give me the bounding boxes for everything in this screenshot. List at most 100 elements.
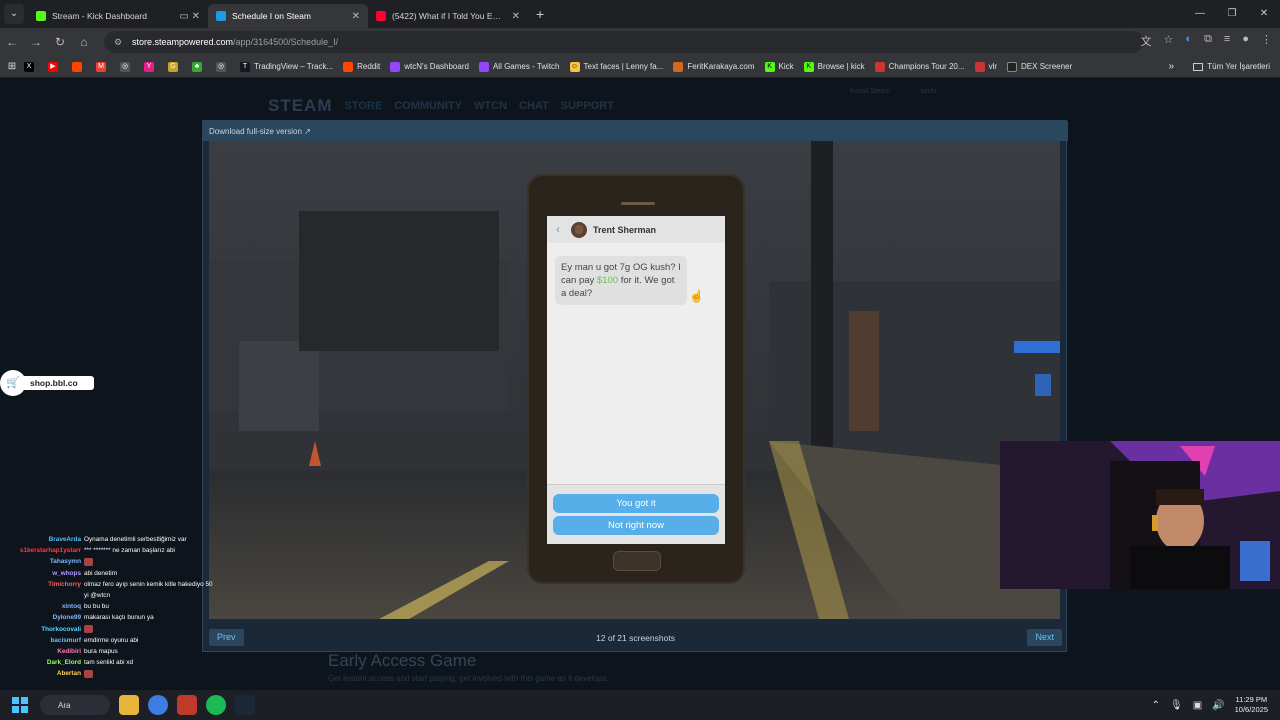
chat-line: Dark_Elord tam senlikl abi xd bbox=[0, 657, 240, 668]
spotify-icon[interactable] bbox=[206, 695, 226, 715]
chat-line: bacismurf emdirme oyunu abi bbox=[0, 635, 240, 646]
bookmark-twitch-dashboard[interactable]: wtcN's Dashboard bbox=[390, 61, 469, 72]
tab-youtube[interactable]: (5422) What if I Told You Enshr ✕ bbox=[368, 4, 528, 28]
microphone-icon[interactable]: 🎙 bbox=[1170, 700, 1183, 711]
menu-icon[interactable]: ⋮ bbox=[1261, 33, 1272, 49]
close-icon[interactable]: ▭ ✕ bbox=[179, 11, 200, 22]
close-window-icon[interactable]: ✕ bbox=[1248, 0, 1280, 28]
bookmark-web[interactable]: ◎ bbox=[120, 61, 134, 72]
chat-user: Dylone99 bbox=[52, 614, 81, 622]
streaming-app-icon[interactable] bbox=[177, 695, 197, 715]
chat-user: s1kerstarhap1ystarr bbox=[19, 547, 81, 555]
bookmark-lenny[interactable]: ☺ Text faces | Lenny fa... bbox=[569, 61, 663, 72]
bookmark-champions[interactable]: Champions Tour 20... bbox=[874, 61, 965, 72]
apps-grid-icon[interactable]: ⊞ bbox=[0, 61, 24, 72]
bookmark-vlr[interactable]: vlr bbox=[974, 61, 997, 72]
nav-chat[interactable]: CHAT bbox=[519, 100, 549, 112]
reply-not-right-now-button[interactable]: Not right now bbox=[553, 516, 719, 535]
bookmark-leaf[interactable]: ♣ bbox=[192, 61, 206, 72]
bookmark-ferit[interactable]: FeritKarakaya.com bbox=[673, 61, 755, 72]
bookmark-tradingview[interactable]: T TradingView – Track... bbox=[240, 61, 333, 72]
contact-name: Trent Sherman bbox=[593, 224, 657, 235]
nav-support[interactable]: SUPPORT bbox=[561, 100, 614, 112]
bookmarks-bar: ⊞ X ▶ M ◎ Y G ♣ ◎ T TradingView – Track..… bbox=[0, 56, 1280, 78]
bookmark-kick[interactable]: K Kick bbox=[764, 61, 794, 72]
bookmark-x[interactable]: X bbox=[24, 61, 38, 72]
back-chevron-icon[interactable]: ‹ bbox=[547, 224, 569, 236]
site-info-icon[interactable]: ⚙ bbox=[114, 37, 124, 47]
home-icon[interactable]: ⌂ bbox=[72, 35, 96, 49]
chat-user: Abertan bbox=[56, 670, 81, 678]
media-icon[interactable]: ≡ bbox=[1224, 33, 1230, 49]
g-icon: G bbox=[168, 61, 178, 72]
all-bookmarks-folder[interactable]: Tüm Yer İşaretleri bbox=[1193, 62, 1270, 71]
bookmark-reddit-mini[interactable] bbox=[72, 61, 86, 72]
windows-taskbar: Ara ⌃ 🎙 ▣ 🔊 11:29 PM 10/6/2025 bbox=[0, 690, 1280, 720]
steam-logo[interactable]: STEAM bbox=[268, 96, 333, 116]
bookmark-reddit[interactable]: Reddit bbox=[343, 61, 380, 72]
bookmark-y[interactable]: Y bbox=[144, 61, 158, 72]
install-steam-button[interactable]: Install Steam bbox=[850, 88, 890, 95]
dex-icon bbox=[1007, 61, 1018, 72]
back-icon[interactable]: ← bbox=[0, 35, 24, 49]
building-shop bbox=[239, 341, 319, 431]
bookmark-twitch-games[interactable]: All Games - Twitch bbox=[478, 61, 560, 72]
tab-title: Schedule I on Steam bbox=[232, 11, 311, 21]
trees bbox=[299, 211, 499, 351]
phone-screen: ‹ Trent Sherman Ey man u got 7g OG kush?… bbox=[547, 216, 725, 544]
chat-message: makarası kaçtı bunun ya bbox=[84, 614, 154, 622]
vlr-icon bbox=[974, 61, 985, 72]
chat-line: Dylone99 makarası kaçtı bunun ya bbox=[0, 612, 240, 623]
x-icon: X bbox=[24, 61, 34, 72]
tab-search-button[interactable]: ⌄ bbox=[4, 4, 24, 24]
bookmark-star-icon[interactable]: ☆ bbox=[1164, 33, 1174, 49]
windows-start-icon[interactable] bbox=[12, 697, 28, 713]
reply-you-got-it-button[interactable]: You got it bbox=[553, 494, 719, 513]
bookmark-g[interactable]: G bbox=[168, 61, 182, 72]
extensions-puzzle-icon[interactable]: ⧉ bbox=[1204, 33, 1212, 49]
bookmark-youtube[interactable]: ▶ bbox=[48, 61, 62, 72]
taskbar-clock[interactable]: 11:29 PM 10/6/2025 bbox=[1235, 695, 1268, 715]
next-button[interactable]: Next bbox=[1027, 629, 1062, 646]
steam-account-area: Install Steam wtcN bbox=[850, 88, 936, 95]
volume-icon[interactable]: 🔊 bbox=[1212, 700, 1224, 711]
phone-home-button bbox=[613, 551, 661, 571]
bookmark-gmail[interactable]: M bbox=[96, 61, 110, 72]
forward-icon[interactable]: → bbox=[24, 35, 48, 49]
bookmark-globe[interactable]: ◎ bbox=[216, 61, 230, 72]
more-bookmarks-icon[interactable]: » bbox=[1168, 61, 1174, 72]
minimize-icon[interactable]: — bbox=[1184, 0, 1216, 28]
nav-profile[interactable]: WTCN bbox=[474, 100, 507, 112]
reload-icon[interactable]: ↻ bbox=[48, 35, 72, 49]
bookmark-dexscreener[interactable]: DEX Screener bbox=[1007, 61, 1072, 72]
bookmark-label: Kick bbox=[778, 62, 794, 71]
new-tab-icon[interactable]: + bbox=[536, 6, 544, 22]
stream-chat-overlay: BraveArda Oynama denetimli serbestliğimiz… bbox=[0, 534, 240, 680]
chat-message bbox=[84, 668, 93, 679]
restore-icon[interactable]: ❐ bbox=[1216, 0, 1248, 28]
translate-icon[interactable]: 文 bbox=[1141, 33, 1152, 49]
download-full-size-link[interactable]: Download full-size version ↗ bbox=[209, 127, 311, 136]
nav-store[interactable]: STORE bbox=[345, 100, 383, 112]
file-explorer-icon[interactable] bbox=[119, 695, 139, 715]
chrome-icon[interactable] bbox=[148, 695, 168, 715]
tab-kick-dashboard[interactable]: Stream - Kick Dashboard ▭ ✕ bbox=[28, 4, 208, 28]
phone-speaker bbox=[621, 202, 655, 205]
steam-app-icon[interactable] bbox=[235, 695, 255, 715]
profile-avatar[interactable]: ● bbox=[1242, 33, 1249, 49]
address-bar[interactable]: ⚙ store.steampowered.com /app/3164500/Sc… bbox=[104, 31, 1144, 53]
display-icon[interactable]: ▣ bbox=[1193, 700, 1202, 711]
close-icon[interactable]: ✕ bbox=[352, 11, 360, 22]
nav-community[interactable]: COMMUNITY bbox=[394, 100, 462, 112]
tray-chevron-icon[interactable]: ⌃ bbox=[1152, 700, 1160, 711]
tab-steam-schedule[interactable]: Schedule I on Steam ✕ bbox=[208, 4, 368, 28]
chat-line: yi @wtcn bbox=[0, 590, 240, 601]
close-icon[interactable]: ✕ bbox=[512, 11, 520, 22]
extension-icon[interactable]: ◐ bbox=[1185, 33, 1192, 49]
hand-cursor-icon: ☝ bbox=[689, 289, 704, 303]
taskbar-search[interactable]: Ara bbox=[40, 695, 110, 715]
bookmark-browse-kick[interactable]: K Browse | kick bbox=[803, 61, 865, 72]
account-name[interactable]: wtcN bbox=[920, 88, 936, 95]
bookmark-label: Champions Tour 20... bbox=[888, 62, 965, 71]
chat-line: BraveArda Oynama denetimli serbestliğimiz… bbox=[0, 534, 240, 545]
